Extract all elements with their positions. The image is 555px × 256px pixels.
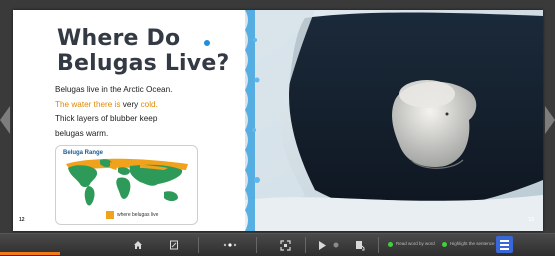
europe-shape	[118, 167, 130, 175]
page-navigator-button[interactable]	[220, 237, 240, 253]
body-text: Belugas live in the Arctic Ocean. The wa…	[55, 83, 172, 141]
ice-edge-bottom	[245, 195, 543, 231]
legend-label: where belugas live	[117, 212, 159, 218]
north-america-shape	[68, 165, 98, 187]
reader-frame: Where Do Belugas Live? Belugas live in t…	[0, 0, 555, 256]
play-button[interactable]	[315, 237, 329, 253]
toolbar-separator	[198, 237, 199, 253]
next-page-arrow-icon[interactable]	[545, 106, 555, 134]
home-icon	[134, 241, 142, 249]
bubble	[253, 38, 257, 42]
record-button[interactable]	[331, 237, 341, 253]
read-aloud-icon	[356, 240, 365, 250]
beluga-melon	[399, 80, 455, 108]
africa-shape	[116, 177, 131, 199]
page-title: Where Do Belugas Live?	[57, 26, 237, 76]
beluga-photo	[245, 10, 543, 231]
home-button[interactable]	[130, 237, 146, 253]
previous-page-arrow-icon[interactable]	[0, 106, 10, 134]
page-number-left: 12	[19, 217, 25, 223]
legend-swatch	[106, 211, 114, 219]
bubble	[254, 77, 260, 83]
book-spread: Where Do Belugas Live? Belugas live in t…	[13, 10, 543, 231]
right-page-photo: 13	[245, 10, 543, 231]
play-icon	[318, 240, 326, 250]
menu-button[interactable]	[496, 236, 513, 253]
australia-shape	[164, 191, 178, 201]
fullscreen-button[interactable]	[277, 237, 293, 253]
highlight-mode-label[interactable]: Highlight the sentence	[450, 241, 495, 246]
title-line-1: Where Do	[57, 26, 181, 51]
toolbar-separator	[305, 237, 306, 253]
body-line-4[interactable]: belugas warm.	[55, 127, 172, 142]
highlight-text: cold.	[140, 99, 158, 109]
menu-icon	[500, 239, 509, 242]
read-mode-label[interactable]: Read word by word	[396, 241, 435, 246]
status-dot-icon	[388, 242, 393, 247]
notes-button[interactable]	[166, 237, 182, 253]
south-america-shape	[84, 186, 95, 206]
title-line-2: Belugas Live?	[57, 51, 230, 76]
left-page: Where Do Belugas Live? Belugas live in t…	[13, 10, 245, 231]
status-dot-icon	[442, 242, 447, 247]
page-number-right: 13	[528, 217, 534, 223]
decorative-dot	[204, 40, 210, 46]
bubble	[252, 128, 256, 132]
body-line-3[interactable]: Thick layers of blubber keep	[55, 112, 172, 127]
toolbar-separator	[256, 237, 257, 253]
body-line-2[interactable]: The water there is very cold.	[55, 98, 172, 113]
range-map-card: Beluga Range where belugas live	[55, 145, 198, 225]
world-map	[66, 158, 188, 206]
body-line-1[interactable]: Belugas live in the Arctic Ocean.	[55, 83, 172, 98]
page-dots-icon	[223, 243, 237, 247]
read-aloud-button[interactable]	[353, 237, 367, 253]
map-title: Beluga Range	[63, 150, 104, 156]
toolbar-separator	[378, 237, 379, 253]
beluga-eye	[445, 112, 449, 116]
reader-toolbar: Read word by word Highlight the sentence	[0, 233, 555, 256]
record-icon	[333, 242, 339, 248]
highlight-text: The water there is	[55, 99, 121, 109]
notes-icon	[170, 240, 178, 250]
plain-text: very	[120, 99, 141, 109]
bubble	[254, 177, 260, 183]
fullscreen-icon	[279, 239, 291, 251]
